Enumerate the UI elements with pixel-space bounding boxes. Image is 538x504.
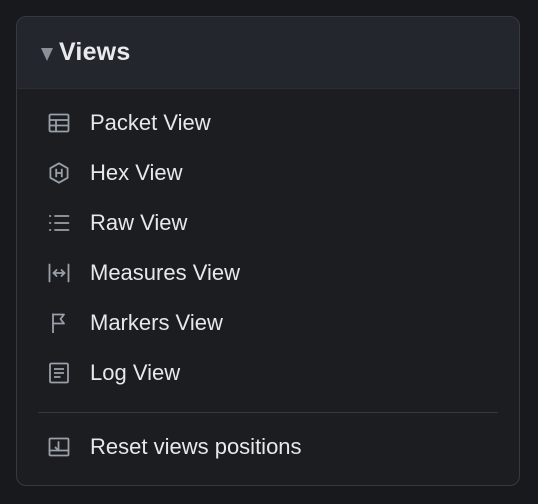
list-icon (47, 211, 71, 235)
reset-layout-icon (47, 435, 71, 459)
menu-item-raw-view[interactable]: Raw View (17, 198, 519, 248)
views-panel: Views Packet View Hex View Raw View Meas… (16, 16, 520, 486)
views-panel-header[interactable]: Views (17, 17, 519, 89)
reset-views-label: Reset views positions (90, 434, 302, 459)
measure-icon (47, 261, 71, 285)
menu-item-label: Packet View (90, 110, 211, 135)
menu-item-label: Raw View (90, 210, 188, 235)
menu-item-hex-view[interactable]: Hex View (17, 148, 519, 198)
menu-item-label: Log View (90, 360, 181, 385)
menu-item-markers-view[interactable]: Markers View (17, 298, 519, 348)
menu-item-measures-view[interactable]: Measures View (17, 248, 519, 298)
menu-item-log-view[interactable]: Log View (17, 348, 519, 398)
flag-icon (47, 311, 71, 335)
reset-views-positions-button[interactable]: Reset views positions (17, 422, 519, 472)
menu-item-label: Markers View (90, 310, 223, 335)
caret-down-icon[interactable] (41, 48, 53, 61)
menu-divider (38, 412, 498, 413)
table-icon (47, 111, 71, 135)
menu-item-packet-view[interactable]: Packet View (17, 98, 519, 148)
menu-item-label: Hex View (90, 160, 183, 185)
panel-title: Views (59, 38, 131, 66)
log-icon (47, 361, 71, 385)
hex-icon (47, 161, 71, 185)
menu-item-label: Measures View (90, 260, 240, 285)
